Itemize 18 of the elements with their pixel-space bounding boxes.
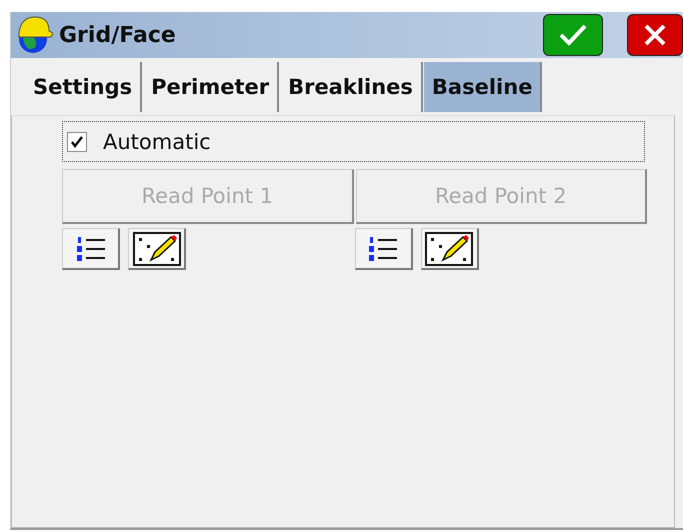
edit-points-button[interactable]: [420, 228, 478, 270]
point-list-button[interactable]: [354, 228, 412, 270]
checkbox[interactable]: [67, 132, 87, 152]
ok-button[interactable]: [543, 14, 603, 56]
numbered-list-icon: [74, 234, 106, 262]
window-title: Grid/Face: [59, 22, 177, 48]
automatic-checkbox[interactable]: Automatic: [62, 121, 645, 162]
close-button[interactable]: [627, 14, 683, 56]
close-icon: [643, 23, 667, 47]
numbered-list-icon: [367, 234, 399, 262]
tab[interactable]: Baseline: [424, 62, 542, 112]
pencil-edit-icon: [425, 232, 473, 266]
point-list-button[interactable]: [62, 228, 120, 270]
edit-points-button[interactable]: [128, 228, 186, 270]
pencil-edit-icon: [132, 232, 180, 266]
hardhat-globe-icon: [17, 15, 53, 55]
check-icon: [558, 23, 588, 47]
checkbox-label: Automatic: [103, 130, 211, 154]
